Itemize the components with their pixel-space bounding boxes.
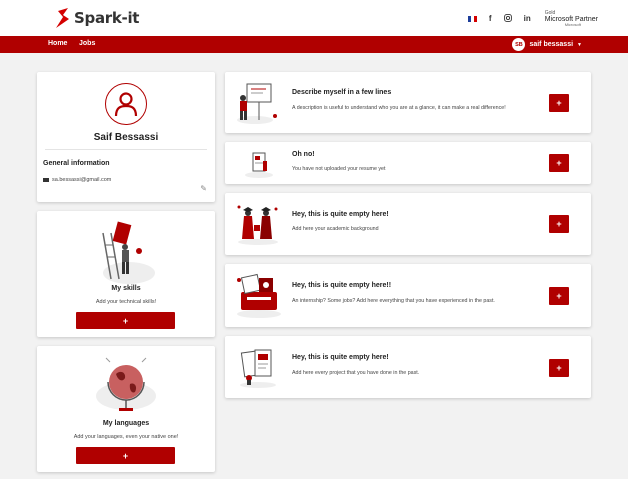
logo-text: Spark-it (74, 9, 140, 27)
add-project-button[interactable]: + (549, 359, 569, 377)
section-description: An internship? Some jobs? Add here every… (292, 298, 495, 304)
partner-sub: Microsoft (564, 22, 581, 27)
section-title: Hey, this is quite empty here! (292, 354, 389, 361)
section-title: Oh no! (292, 151, 315, 158)
general-information-title: General information (43, 160, 110, 167)
globe-illustration (96, 357, 156, 411)
top-header: Spark-it f in Gold Microsoft Partner Mic… (0, 0, 628, 36)
skills-card: My skills Add your technical skills! + (37, 211, 215, 337)
section-title: Hey, this is quite empty here!! (292, 282, 392, 289)
header-icons: f in Gold Microsoft Partner Microsoft (467, 11, 598, 27)
presentation-illustration (237, 83, 277, 124)
instagram-icon[interactable] (503, 14, 512, 24)
nav-home-link[interactable]: Home (48, 40, 67, 47)
section-description: Add here every project that you have don… (292, 370, 420, 376)
add-academic-button[interactable]: + (549, 215, 569, 233)
add-language-button[interactable]: + (76, 447, 175, 464)
user-avatar-icon (105, 83, 147, 125)
facebook-icon[interactable]: f (489, 15, 492, 23)
section-description: A description is useful to understand wh… (292, 105, 506, 111)
upload-resume-button[interactable]: + (549, 154, 569, 172)
user-avatar: SB (512, 38, 526, 51)
section-description: You have not uploaded your resume yet (292, 166, 386, 172)
languages-card: My languages Add your languages, even yo… (37, 346, 215, 472)
academic-section: Hey, this is quite empty here! Add here … (225, 193, 591, 255)
main-navbar: Home Jobs SB saif bessassi ▼ (0, 36, 628, 53)
microsoft-partner-badge: Gold Microsoft Partner Microsoft (545, 11, 598, 27)
nav-jobs-link[interactable]: Jobs (79, 40, 95, 47)
envelope-icon (43, 177, 49, 183)
experience-illustration (237, 273, 281, 318)
section-title: Describe myself in a few lines (292, 89, 392, 96)
spark-it-logo[interactable]: Spark-it (54, 7, 139, 29)
skills-description: Add your technical skills! (95, 299, 157, 305)
divider (45, 149, 207, 150)
projects-section: Hey, this is quite empty here! Add here … (225, 336, 591, 398)
projects-illustration (240, 349, 276, 388)
add-experience-button[interactable]: + (549, 287, 569, 305)
user-menu[interactable]: SB saif bessassi ▼ (512, 38, 582, 51)
add-skill-button[interactable]: + (76, 312, 175, 329)
description-section: Describe myself in a few lines A descrip… (225, 72, 591, 133)
skills-illustration (102, 221, 155, 284)
languages-title: My languages (102, 420, 150, 427)
graduation-illustration (237, 205, 278, 245)
profile-card: Saif Bessassi General information sa.bes… (37, 72, 215, 202)
experience-section: Hey, this is quite empty here!! An inter… (225, 264, 591, 327)
section-description: Add here your academic background (292, 226, 379, 232)
profile-name: Saif Bessassi (93, 132, 159, 143)
resume-illustration (245, 152, 273, 178)
languages-description: Add your languages, even your native one… (73, 434, 179, 440)
email-text: sa.bessassi@gmail.com (52, 177, 112, 183)
section-title: Hey, this is quite empty here! (292, 211, 389, 218)
email-row: sa.bessassi@gmail.com (43, 177, 111, 183)
french-flag-icon[interactable] (467, 16, 477, 22)
spark-logo-icon (56, 8, 69, 28)
resume-section: Oh no! You have not uploaded your resume… (225, 142, 591, 184)
add-description-button[interactable]: + (549, 94, 569, 112)
caret-down-icon: ▼ (577, 41, 582, 48)
user-name: saif bessassi (529, 41, 574, 48)
linkedin-icon[interactable]: in (524, 15, 531, 23)
skills-title: My skills (111, 285, 141, 292)
edit-pencil-icon[interactable]: ✎ (200, 184, 207, 193)
